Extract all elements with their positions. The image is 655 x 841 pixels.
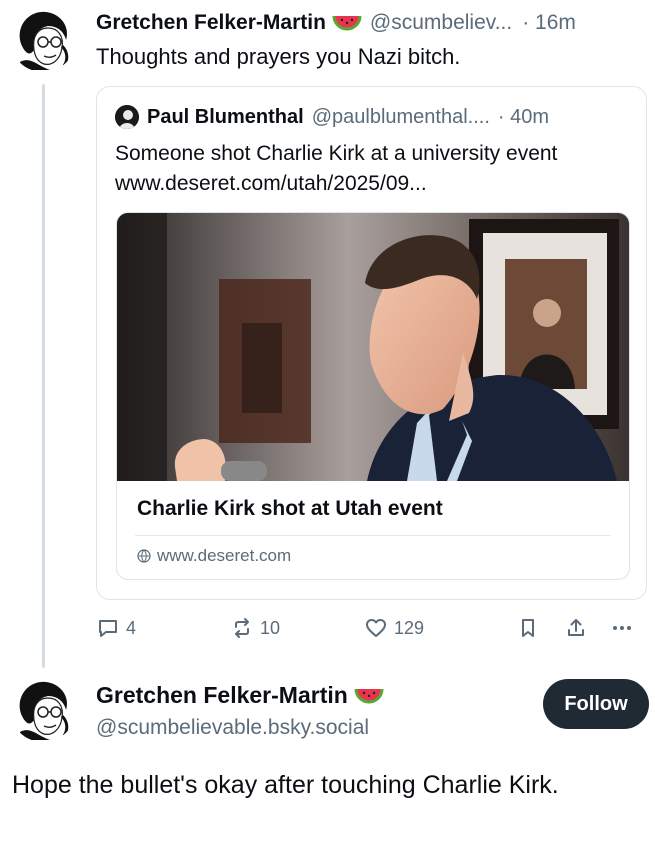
- thread-line: [42, 84, 45, 668]
- repost-icon: [235, 618, 249, 638]
- avatar[interactable]: [10, 6, 76, 72]
- post-text: Hope the bullet's okay after touching Ch…: [12, 771, 559, 799]
- link-domain-row: www.deseret.com: [137, 546, 291, 566]
- more-options-button[interactable]: [610, 616, 640, 640]
- like-button[interactable]: 129: [364, 616, 424, 640]
- more-horizontal-icon: [613, 626, 631, 630]
- link-domain: www.deseret.com: [157, 546, 292, 565]
- author-name[interactable]: Gretchen Felker-Martin: [96, 682, 348, 709]
- quoted-author-avatar[interactable]: [115, 105, 139, 129]
- post-header: Gretchen Felker-Martin @scumbeliev... · …: [96, 6, 645, 40]
- globe-icon: [137, 549, 151, 563]
- post-action-bar: 4 10 129: [96, 616, 641, 650]
- share-button[interactable]: [564, 616, 594, 640]
- author-handle[interactable]: @scumbelievable.bsky.social: [96, 716, 369, 740]
- watermelon-icon: [332, 15, 362, 31]
- repost-button[interactable]: 10: [230, 616, 280, 640]
- bookmark-button[interactable]: [516, 616, 546, 640]
- quoted-post-time[interactable]: · 40m: [498, 106, 549, 129]
- reply-icon: [99, 620, 117, 637]
- author-name[interactable]: Gretchen Felker-Martin: [96, 11, 326, 35]
- post-time[interactable]: · 16m: [522, 11, 576, 35]
- author-handle[interactable]: @scumbeliev...: [370, 11, 512, 35]
- post-header: Gretchen Felker-Martin: [96, 682, 392, 709]
- repost-count: 10: [260, 617, 281, 638]
- link-preview-card[interactable]: Charlie Kirk shot at Utah event www.dese…: [116, 212, 630, 580]
- reply-count: 4: [126, 617, 137, 638]
- like-count: 129: [394, 617, 425, 638]
- divider: [135, 535, 611, 536]
- reply-button[interactable]: 4: [96, 616, 136, 640]
- follow-button[interactable]: Follow: [543, 679, 649, 729]
- quoted-post-header: Paul Blumenthal @paulblumenthal.... · 40…: [115, 105, 628, 129]
- avatar[interactable]: [10, 676, 76, 742]
- quoted-post-text: Someone shot Charlie Kirk at a universit…: [115, 142, 558, 195]
- bookmark-icon: [522, 619, 534, 637]
- share-icon: [568, 619, 584, 636]
- post-text: Thoughts and prayers you Nazi bitch.: [96, 44, 461, 69]
- watermelon-icon: [354, 688, 384, 703]
- heart-icon: [366, 619, 386, 637]
- quoted-author-name[interactable]: Paul Blumenthal: [147, 106, 304, 129]
- link-title[interactable]: Charlie Kirk shot at Utah event: [137, 497, 443, 521]
- quoted-author-handle[interactable]: @paulblumenthal....: [312, 106, 490, 129]
- link-preview-image: [117, 213, 629, 481]
